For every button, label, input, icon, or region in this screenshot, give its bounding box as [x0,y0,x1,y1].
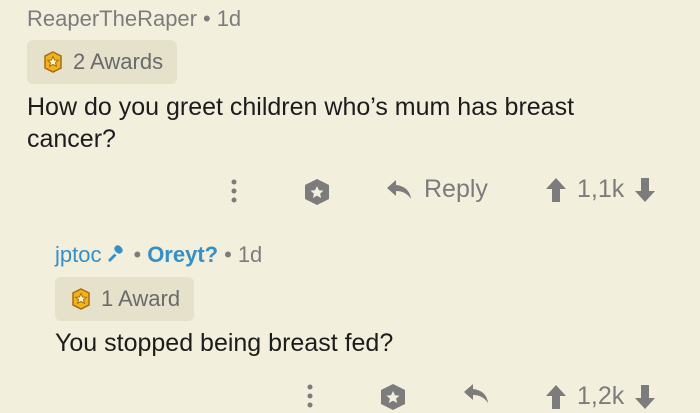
up-arrow-icon[interactable] [545,177,567,203]
comment-body: How do you greet children who’s mum has … [27,93,575,153]
comment-age: 1d [216,6,242,31]
kebab-icon [307,384,313,408]
awards-label: 2 Awards [73,49,164,74]
meta-separator: • [202,6,211,31]
vote-controls: 1,1k [545,175,656,204]
comment-actions: Reply 1,1k [0,171,700,211]
username[interactable]: ReaperTheRaper [27,6,197,31]
meta-separator: • [133,242,142,267]
comment-age: 1d [237,242,263,267]
comment-actions: 1,2k [0,373,700,413]
comment-meta: jptoc • Oreyt? • 1d [55,241,262,272]
more-options-button[interactable] [300,382,320,410]
microphone-icon [105,243,127,272]
comment-body: You stopped being breast fed? [55,329,394,357]
awards-chip[interactable]: 1 Award [55,277,195,321]
give-award-button[interactable] [378,382,408,412]
awards-label: 1 Award [101,286,181,311]
username[interactable]: jptoc [55,242,101,267]
up-arrow-icon[interactable] [545,384,567,410]
more-options-button[interactable] [224,177,244,205]
comment-meta: ReaperTheRaper • 1d [27,5,241,33]
vote-score: 1,2k [577,382,625,410]
user-flair: Oreyt? [147,242,219,267]
reply-arrow-icon [387,179,411,199]
gold-medal-icon [69,287,93,311]
gold-medal-icon [41,50,65,74]
reply-button[interactable]: Reply [386,175,488,204]
reply-arrow-icon [464,384,488,403]
vote-controls: 1,2k [545,382,656,411]
awards-chip[interactable]: 2 Awards [27,40,178,84]
kebab-icon [231,179,237,203]
give-award-button[interactable] [302,177,332,207]
award-badge-icon [381,384,405,410]
award-badge-icon [305,179,329,205]
down-arrow-icon[interactable] [634,177,656,203]
reply-button[interactable] [463,382,489,406]
vote-score: 1,1k [577,175,625,203]
meta-separator: • [224,242,232,267]
reply-label: Reply [424,175,488,203]
down-arrow-icon[interactable] [634,384,656,410]
